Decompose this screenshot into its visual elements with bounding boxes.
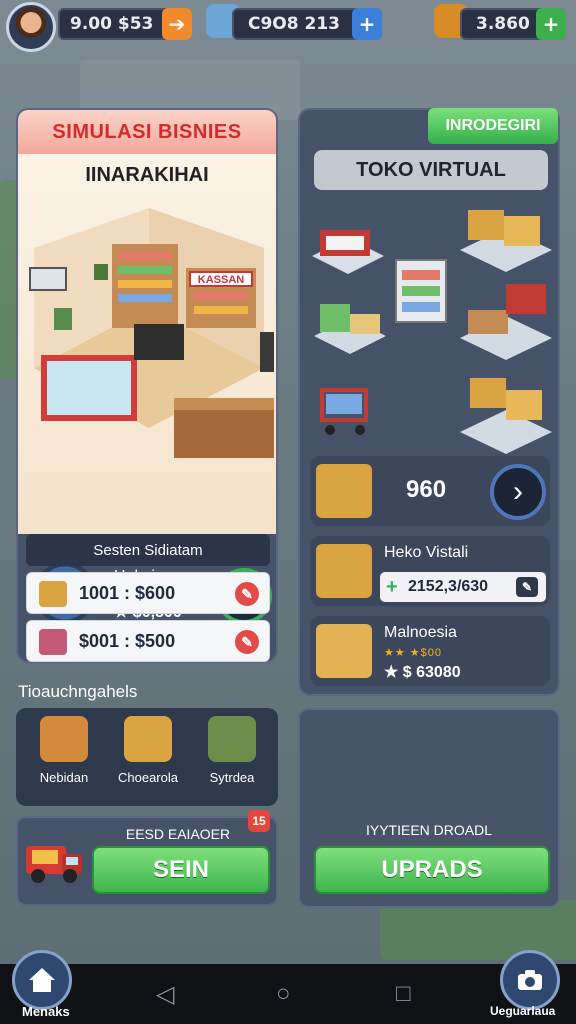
sell-label: EESD EAIAOER: [125, 826, 231, 842]
camera-button[interactable]: [500, 950, 560, 1010]
shop-items-panel: Nebidan Choearola Sytrdea: [16, 708, 278, 806]
upgrade-label: IYYTIEEN DROADL: [365, 822, 493, 838]
notification-badge: 15: [248, 810, 270, 832]
section-label: Tioauchngahels: [18, 682, 138, 701]
plus-icon: +: [542, 12, 560, 36]
product-name: Malnoesia: [384, 624, 457, 641]
card-subtitle: IINARAKIHAI: [85, 164, 209, 186]
price-row: 960 ›: [310, 456, 550, 526]
next-button[interactable]: ›: [490, 464, 546, 520]
chest-value: 3.860: [476, 14, 530, 34]
home-label: Menaks: [22, 1004, 70, 1019]
store-isometric-image: KASSAN: [29, 208, 274, 458]
store-illustration-area: IINARAKIHAI KASSAN: [18, 154, 276, 534]
home-circle-icon[interactable]: ○: [276, 980, 291, 1008]
remove-icon[interactable]: ✎: [235, 582, 259, 606]
add-chest-button[interactable]: +: [536, 8, 566, 40]
item-fridge[interactable]: [395, 259, 447, 323]
gems-counter: C9O8 213 +: [232, 8, 382, 40]
product-value-bar: + 2152,3/630 ✎: [380, 572, 546, 602]
player-avatar[interactable]: [6, 2, 56, 52]
back-icon[interactable]: ◁: [156, 980, 174, 1009]
package-icon: [124, 716, 172, 762]
coins-counter: 9.00 $53 ➔: [58, 8, 192, 40]
plus-icon: +: [358, 12, 376, 36]
gems-value: C9O8 213: [248, 14, 340, 34]
item-counter[interactable]: [312, 230, 384, 274]
truck-icon: [22, 832, 86, 888]
shop-item-label: Choearola: [118, 770, 178, 785]
chest-counter: 3.860 +: [460, 8, 566, 40]
system-row[interactable]: 1001 : $600 ✎: [26, 572, 270, 614]
edit-icon[interactable]: ✎: [516, 577, 538, 597]
sell-button[interactable]: SEIN: [92, 846, 270, 894]
item-boxes[interactable]: [460, 210, 552, 272]
item-stacked-boxes[interactable]: [460, 378, 552, 454]
card-header: SIMULASI BISNIES: [18, 110, 276, 154]
add-gems-button[interactable]: +: [352, 8, 382, 40]
product-row[interactable]: Heko Vistali + 2152,3/630 ✎: [310, 536, 550, 606]
price-value: 960: [406, 476, 447, 503]
gift-box-icon: [40, 716, 88, 762]
system-row-text: $001 : $500: [79, 630, 176, 651]
item-shelf[interactable]: [314, 304, 386, 354]
system-row[interactable]: $001 : $500 ✎: [26, 620, 270, 662]
shop-item-label: Sytrdea: [209, 770, 255, 785]
item-cart[interactable]: [320, 388, 368, 435]
box-icon: [316, 544, 372, 598]
chevron-right-icon: ›: [513, 475, 523, 508]
crate-icon: [208, 716, 256, 762]
store-sign: KASSAN: [198, 274, 245, 286]
store-items-grid: [312, 210, 552, 454]
background-grass: [380, 900, 576, 960]
camera-label: Ueguarlaua: [490, 1004, 556, 1018]
virtual-store-title: TOKO VIRTUAL: [314, 150, 548, 190]
product-value: ★ $ 63080: [384, 664, 461, 681]
box-icon: [39, 581, 67, 607]
product-value: 2152,3/630: [408, 578, 489, 595]
product-row[interactable]: Malnoesia ★★ ★$00 ★ $ 63080: [310, 616, 550, 686]
home-button[interactable]: [12, 950, 72, 1010]
shop-item[interactable]: Choearola: [108, 716, 188, 785]
home-icon: [29, 968, 55, 992]
item-counter-2[interactable]: [460, 284, 552, 360]
plus-icon: +: [386, 576, 398, 598]
box-icon: [39, 629, 67, 655]
box-icon: [316, 624, 372, 678]
product-name: Heko Vistali: [384, 544, 469, 561]
shop-item-label: Nebidan: [39, 770, 89, 785]
system-row-text: 1001 : $600: [79, 582, 176, 603]
coins-value: 9.00 $53: [70, 14, 154, 34]
cargo-cart-icon: [316, 464, 372, 518]
remove-icon[interactable]: ✎: [235, 630, 259, 654]
shop-item[interactable]: Sytrdea: [192, 716, 272, 785]
system-title: Sesten Sidiatam: [26, 534, 270, 566]
camera-icon: [518, 970, 542, 990]
shop-item[interactable]: Nebidan: [24, 716, 104, 785]
category-tag[interactable]: INRODEGIRI: [428, 108, 558, 144]
recents-icon[interactable]: □: [396, 980, 411, 1008]
upgrade-button[interactable]: UPRADS: [314, 846, 550, 894]
rating-stars: ★★ ★$00: [384, 647, 442, 659]
top-bar: 9.00 $53 ➔ C9O8 213 + 3.860 +: [0, 0, 576, 52]
arrow-right-icon: ➔: [168, 12, 186, 36]
add-coins-button[interactable]: ➔: [162, 8, 192, 40]
